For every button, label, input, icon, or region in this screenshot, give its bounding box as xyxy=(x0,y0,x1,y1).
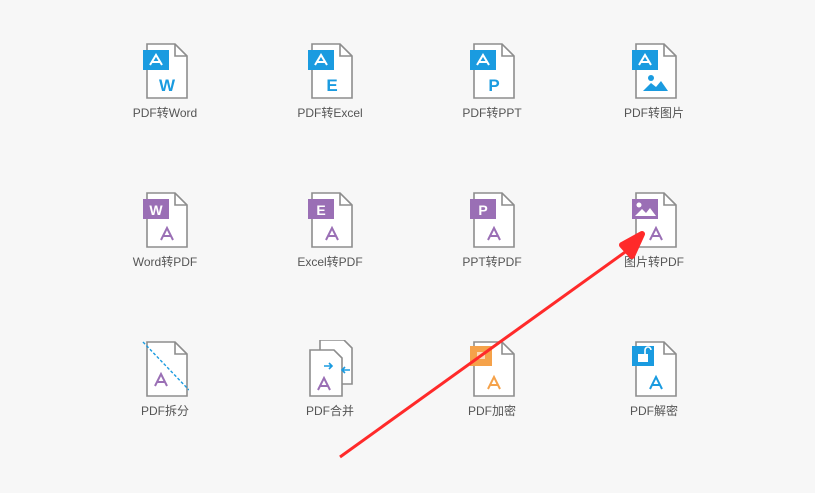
tool-label: PDF拆分 xyxy=(140,404,189,418)
tool-pdf-encrypt[interactable]: PDF加密 xyxy=(437,340,547,440)
word-to-pdf-icon: W xyxy=(143,192,188,248)
tool-label: PDF转Excel xyxy=(297,106,363,120)
tool-label: PDF加密 xyxy=(467,404,516,418)
tool-pdf-split[interactable]: PDF拆分 xyxy=(110,340,220,440)
svg-text:E: E xyxy=(326,76,337,95)
tool-label: Word转PDF xyxy=(132,255,198,269)
tool-pdf-to-ppt[interactable]: P PDF转PPT xyxy=(437,42,547,142)
tool-ppt-to-pdf[interactable]: P PPT转PDF xyxy=(437,191,547,291)
svg-text:W: W xyxy=(149,202,163,218)
pdf-to-word-icon: W xyxy=(143,43,188,99)
image-to-pdf-icon xyxy=(632,192,677,248)
svg-text:P: P xyxy=(478,202,487,218)
pdf-to-image-icon xyxy=(632,43,677,99)
tool-label: Excel转PDF xyxy=(297,255,363,269)
pdf-split-icon xyxy=(142,341,189,397)
tool-pdf-merge[interactable]: PDF合并 xyxy=(275,340,385,440)
ppt-to-pdf-icon: P xyxy=(470,192,515,248)
tool-pdf-to-excel[interactable]: E PDF转Excel xyxy=(275,42,385,142)
svg-text:P: P xyxy=(488,76,499,95)
pdf-decrypt-icon xyxy=(632,341,677,397)
svg-text:W: W xyxy=(159,76,176,95)
tool-pdf-to-image[interactable]: PDF转图片 xyxy=(599,42,709,142)
pdf-merge-icon xyxy=(309,340,353,397)
tool-label: PPT转PDF xyxy=(462,255,522,269)
svg-text:E: E xyxy=(316,202,325,218)
pdf-to-ppt-icon: P xyxy=(470,43,515,99)
tool-label: 图片转PDF xyxy=(623,255,684,269)
tool-pdf-to-word[interactable]: W PDF转Word xyxy=(110,42,220,142)
tool-pdf-decrypt[interactable]: PDF解密 xyxy=(599,340,709,440)
tool-label: PDF合并 xyxy=(305,404,354,418)
tool-label: PDF解密 xyxy=(629,404,678,418)
pdf-encrypt-icon xyxy=(470,341,515,397)
tool-image-to-pdf[interactable]: 图片转PDF xyxy=(599,191,709,291)
tool-excel-to-pdf[interactable]: E Excel转PDF xyxy=(275,191,385,291)
tool-label: PDF转Word xyxy=(132,106,198,120)
tool-word-to-pdf[interactable]: W Word转PDF xyxy=(110,191,220,291)
tool-label: PDF转图片 xyxy=(623,106,684,120)
pdf-to-excel-icon: E xyxy=(308,43,353,99)
excel-to-pdf-icon: E xyxy=(308,192,353,248)
tool-label: PDF转PPT xyxy=(462,106,522,120)
